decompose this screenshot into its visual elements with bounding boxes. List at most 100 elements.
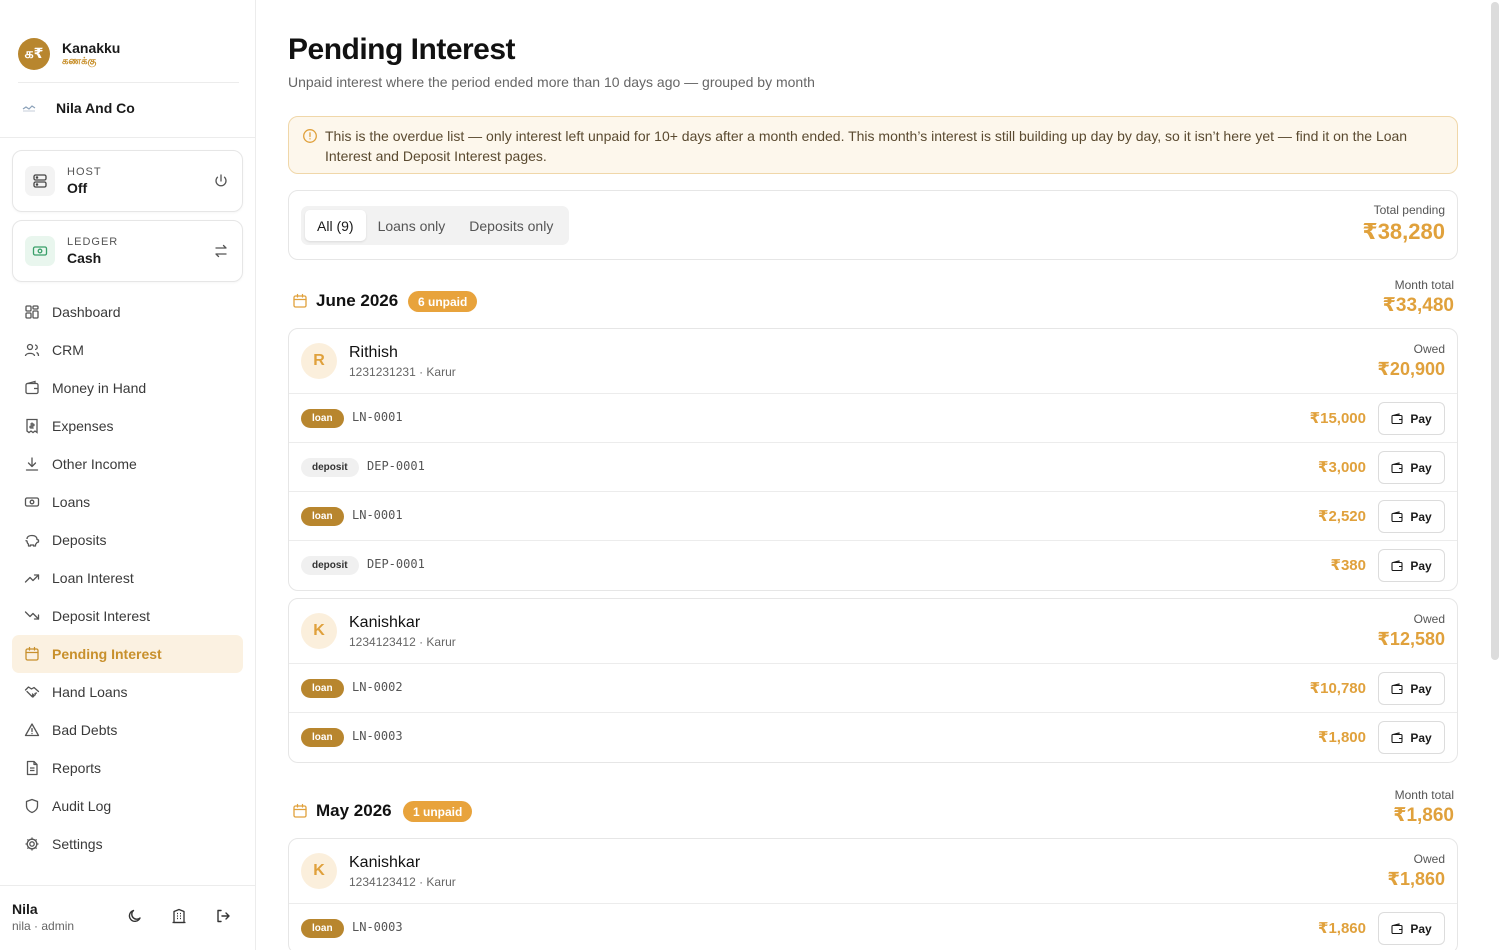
ledger-label: LEDGER	[67, 236, 119, 248]
person-header: K Kanishkar 1234123412 · Karur Owed ₹12,…	[289, 599, 1457, 664]
type-badge: loan	[301, 507, 344, 526]
sidebar-item-money-in-hand[interactable]: Money in Hand	[12, 369, 243, 407]
pay-button[interactable]: Pay	[1378, 549, 1445, 582]
table-row: deposit DEP-0001 ₹3,000 Pay	[289, 443, 1457, 492]
pay-label: Pay	[1410, 921, 1432, 936]
scrollbar-thumb[interactable]	[1491, 2, 1499, 660]
table-row: loan LN-0002 ₹10,780 Pay	[289, 664, 1457, 713]
avatar: K	[301, 613, 337, 649]
pay-label: Pay	[1410, 411, 1432, 426]
grid-icon	[24, 304, 40, 320]
shield-icon	[24, 798, 40, 814]
logout-button[interactable]	[213, 908, 233, 928]
switch-org-button[interactable]	[169, 908, 189, 928]
month-total-label: Month total	[1394, 278, 1454, 292]
sidebar-item-reports[interactable]: Reports	[12, 749, 243, 787]
filter-all-button[interactable]: All (9)	[305, 210, 366, 241]
calendar-icon	[292, 293, 308, 309]
logout-icon	[215, 908, 231, 929]
sidebar-item-deposit-interest[interactable]: Deposit Interest	[12, 597, 243, 635]
filter-loans-button[interactable]: Loans only	[366, 210, 458, 241]
amount: ₹1,800	[1318, 729, 1366, 746]
sidebar-item-label: Loans	[52, 494, 91, 510]
pay-label: Pay	[1410, 509, 1432, 524]
total-pending: Total pending ₹38,280	[1362, 203, 1445, 246]
user-role: nila · admin	[12, 919, 75, 933]
sidebar-item-hand-loans[interactable]: Hand Loans	[12, 673, 243, 711]
file-text-icon	[24, 760, 40, 776]
swap-icon[interactable]	[212, 242, 230, 260]
banknote-icon	[24, 494, 40, 510]
org-switcher[interactable]: Nila And Co	[22, 100, 135, 116]
pay-button[interactable]: Pay	[1378, 402, 1445, 435]
sidebar-item-deposits[interactable]: Deposits	[12, 521, 243, 559]
owed: Owed ₹12,580	[1377, 612, 1445, 651]
reference-id: DEP-0001	[367, 557, 425, 571]
pay-button[interactable]: Pay	[1378, 500, 1445, 533]
power-icon[interactable]	[212, 172, 230, 190]
table-row: loan LN-0003 ₹1,860 Pay	[289, 904, 1457, 950]
month-title: May 2026	[316, 801, 392, 820]
person-name[interactable]: Kanishkar	[349, 614, 420, 632]
owed-label: Owed	[1413, 612, 1445, 626]
owed-value: ₹20,900	[1377, 359, 1445, 379]
person-header: K Kanishkar 1234123412 · Karur Owed ₹1,8…	[289, 839, 1457, 904]
sidebar-item-audit-log[interactable]: Audit Log	[12, 787, 243, 825]
pay-button[interactable]: Pay	[1378, 672, 1445, 705]
table-row: loan LN-0001 ₹2,520 Pay	[289, 492, 1457, 541]
total-pending-value: ₹38,280	[1362, 219, 1445, 244]
owed: Owed ₹1,860	[1387, 852, 1445, 891]
person-card: K Kanishkar 1234123412 · Karur Owed ₹12,…	[288, 598, 1458, 763]
person-card: K Kanishkar 1234123412 · Karur Owed ₹1,8…	[288, 838, 1458, 950]
divider	[18, 82, 239, 83]
divider	[0, 885, 256, 886]
sidebar-item-loans[interactable]: Loans	[12, 483, 243, 521]
pay-button[interactable]: Pay	[1378, 912, 1445, 945]
overdue-notice: This is the overdue list — only interest…	[288, 116, 1458, 174]
owed-value: ₹1,860	[1387, 869, 1445, 889]
reference-id: LN-0001	[352, 410, 403, 424]
month-total: Month total ₹1,860	[1393, 788, 1454, 829]
calendar-icon	[24, 646, 40, 662]
sidebar-item-loan-interest[interactable]: Loan Interest	[12, 559, 243, 597]
brand[interactable]: க₹ Kanakku கணக்கு	[18, 38, 120, 70]
person-meta: 1234123412 · Karur	[349, 635, 456, 649]
month-header: June 2026 6 unpaid Month total ₹33,480	[288, 278, 1458, 323]
person-meta: 1234123412 · Karur	[349, 875, 456, 889]
notice-text: This is the overdue list — only interest…	[325, 128, 1408, 164]
sidebar-item-crm[interactable]: CRM	[12, 331, 243, 369]
amount: ₹380	[1330, 557, 1366, 574]
theme-toggle-button[interactable]	[125, 908, 145, 928]
sidebar-item-settings[interactable]: Settings	[12, 825, 243, 863]
person-name[interactable]: Rithish	[349, 344, 398, 362]
sidebar-item-label: Deposits	[52, 532, 107, 548]
filter-deposits-button[interactable]: Deposits only	[457, 210, 565, 241]
reference-id: LN-0001	[352, 508, 403, 522]
sidebar-item-bad-debts[interactable]: Bad Debts	[12, 711, 243, 749]
type-badge: loan	[301, 679, 344, 698]
type-badge: loan	[301, 409, 344, 428]
pay-button[interactable]: Pay	[1378, 451, 1445, 484]
pay-label: Pay	[1410, 460, 1432, 475]
sidebar: க₹ Kanakku கணக்கு Nila And Co HOST Off L…	[0, 0, 256, 950]
month-total-label: Month total	[1394, 788, 1454, 802]
sidebar-item-label: Bad Debts	[52, 722, 118, 738]
ledger-value: Cash	[67, 250, 102, 266]
divider	[0, 137, 256, 138]
server-icon	[25, 166, 55, 196]
pay-button[interactable]: Pay	[1378, 721, 1445, 754]
sidebar-item-other-income[interactable]: Other Income	[12, 445, 243, 483]
owed-label: Owed	[1413, 852, 1445, 866]
sidebar-item-pending-interest[interactable]: Pending Interest	[12, 635, 243, 673]
sidebar-item-label: Hand Loans	[52, 684, 128, 700]
page-scrollbar[interactable]	[1490, 0, 1500, 950]
sidebar-item-dashboard[interactable]: Dashboard	[12, 293, 243, 331]
amount: ₹3,000	[1318, 459, 1366, 476]
sidebar-item-expenses[interactable]: Expenses	[12, 407, 243, 445]
reference-id: LN-0002	[352, 680, 403, 694]
wallet-icon	[1391, 559, 1403, 571]
type-badge: loan	[301, 728, 344, 747]
org-name: Nila And Co	[56, 100, 135, 116]
person-name[interactable]: Kanishkar	[349, 854, 420, 872]
trending-down-icon	[24, 608, 40, 624]
